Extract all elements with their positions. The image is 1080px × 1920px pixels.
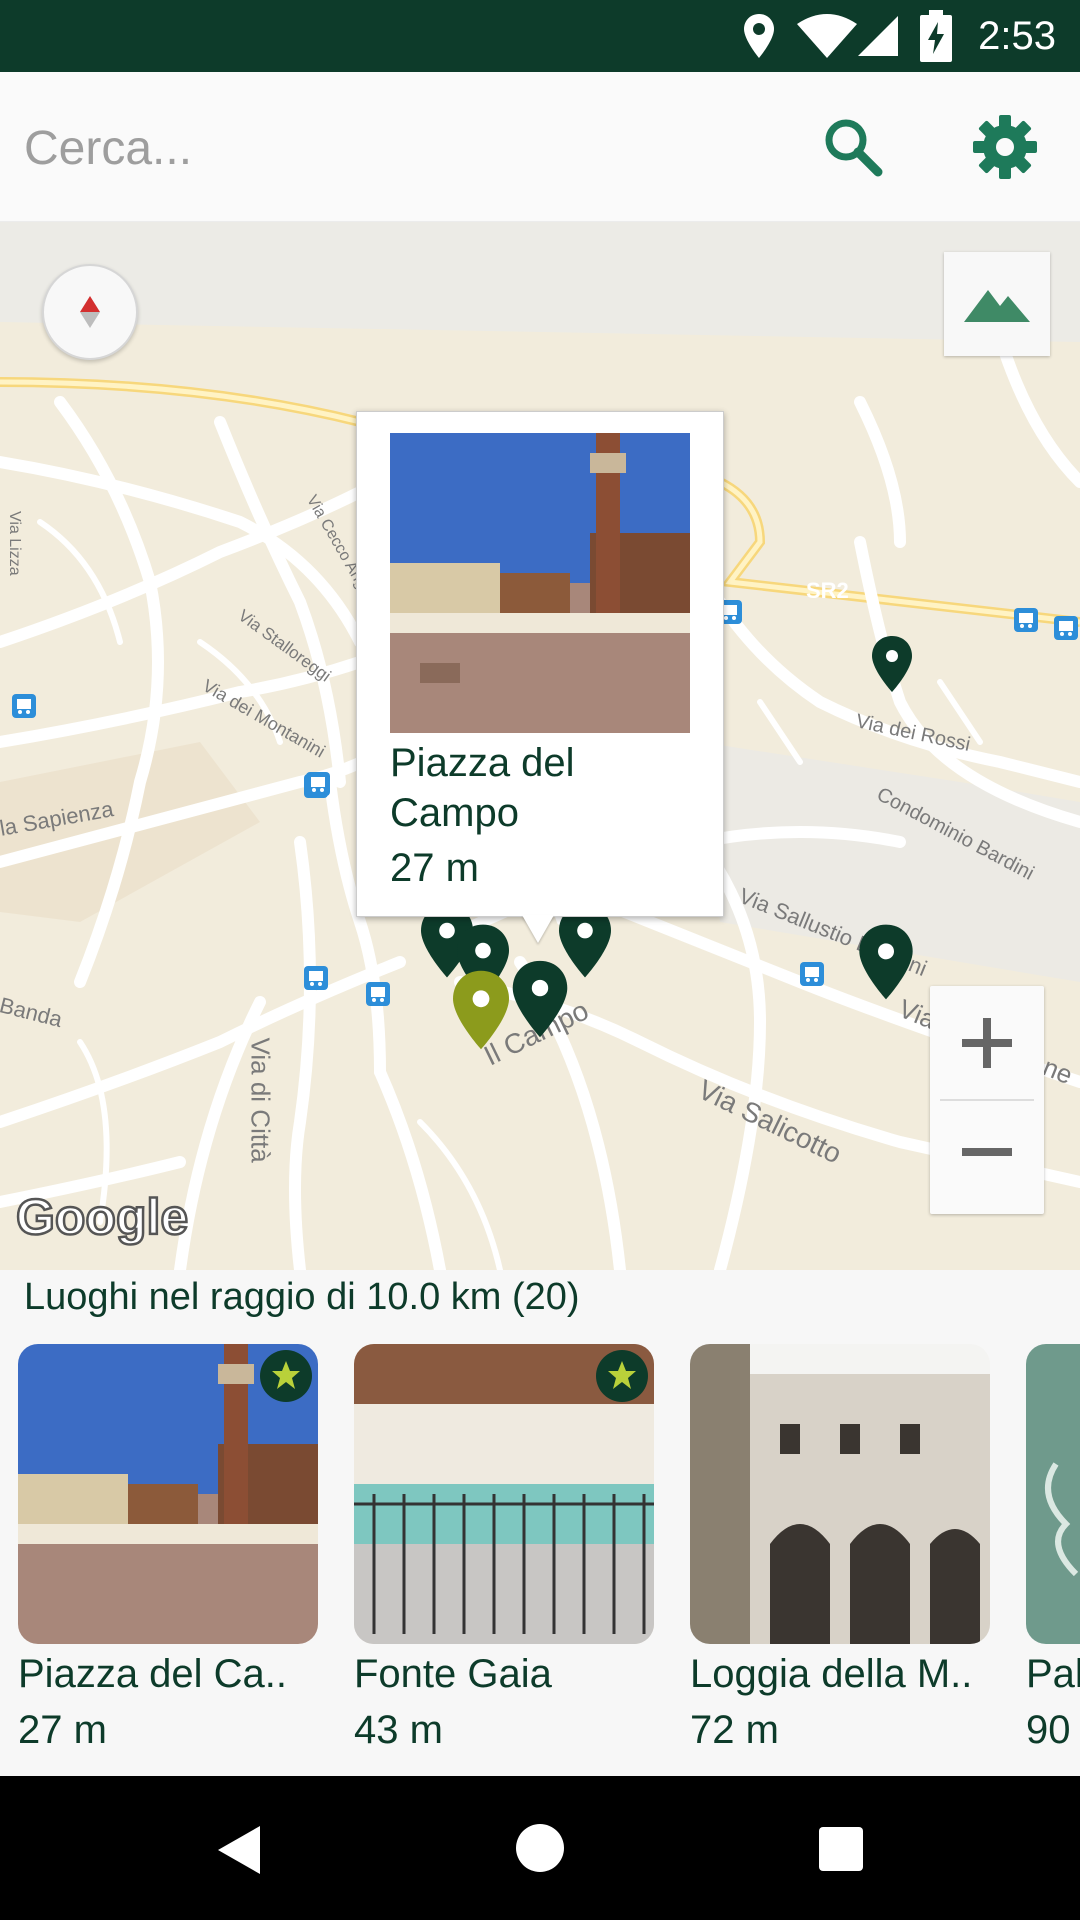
location-icon	[744, 14, 774, 58]
recents-icon[interactable]	[818, 1826, 864, 1872]
place-thumbnail	[690, 1344, 990, 1644]
terrain-toggle-button[interactable]	[944, 252, 1050, 356]
place-distance: 43 m	[354, 1708, 443, 1752]
bus-stop-icon[interactable]	[306, 772, 330, 796]
nearby-places-title: Luoghi nel raggio di 10.0 km (20)	[24, 1276, 580, 1318]
google-logo: Google	[15, 1188, 190, 1247]
place-name: Fonte Gaia	[354, 1652, 552, 1696]
bus-stop-icon[interactable]	[12, 694, 36, 718]
selected-map-marker[interactable]	[450, 968, 512, 1052]
search-icon[interactable]	[822, 116, 884, 178]
road-label: Via di Città	[245, 1037, 276, 1163]
info-window-photo-overlay	[390, 433, 690, 733]
star-icon	[272, 1361, 300, 1389]
map-info-window[interactable]	[356, 411, 724, 917]
back-icon[interactable]	[214, 1824, 264, 1876]
zoom-out-button[interactable]	[960, 1146, 1014, 1158]
wifi-icon	[797, 14, 857, 58]
bus-stop-icon[interactable]	[800, 962, 824, 986]
search-bar	[0, 72, 1080, 222]
favorite-badge	[260, 1350, 312, 1402]
bus-stop-icon[interactable]	[366, 982, 390, 1006]
system-nav-bar	[0, 1776, 1080, 1920]
map-marker[interactable]	[510, 958, 570, 1040]
star-icon	[608, 1361, 636, 1389]
gear-icon[interactable]	[972, 114, 1038, 180]
home-icon[interactable]	[514, 1822, 566, 1874]
zoom-divider	[940, 1099, 1034, 1101]
status-time: 2:53	[978, 14, 1056, 58]
search-input[interactable]	[24, 112, 784, 184]
place-name: Loggia della M..	[690, 1652, 973, 1696]
signal-icon	[858, 16, 898, 56]
bus-stop-icon[interactable]	[304, 966, 328, 990]
map-marker[interactable]	[856, 922, 916, 1002]
place-distance: 90	[1026, 1708, 1071, 1752]
compass-button[interactable]	[42, 264, 138, 360]
svg-text:Google: Google	[16, 1189, 188, 1245]
place-thumbnail	[1026, 1344, 1080, 1644]
road-label: Via Lizza	[6, 511, 23, 576]
map-marker[interactable]	[870, 634, 914, 694]
place-distance: 72 m	[690, 1708, 779, 1752]
info-window-distance: 27 m	[390, 846, 479, 890]
status-bar: 2:53	[0, 0, 1080, 72]
bus-stop-icon[interactable]	[1054, 616, 1078, 640]
zoom-in-button[interactable]	[960, 1016, 1014, 1070]
zoom-control	[930, 986, 1044, 1214]
bus-stop-icon[interactable]	[1014, 608, 1038, 632]
road-label: SR2	[806, 578, 849, 603]
battery-charging-icon	[920, 10, 952, 62]
compass-icon	[80, 296, 100, 328]
place-name: Piazza del Ca..	[18, 1652, 288, 1696]
place-distance: 27 m	[18, 1708, 107, 1752]
favorite-badge	[596, 1350, 648, 1402]
place-name: Pal	[1026, 1652, 1080, 1696]
terrain-icon	[964, 290, 1030, 322]
info-window-title: Piazza del Campo	[390, 741, 575, 835]
info-window-pointer	[522, 915, 554, 943]
